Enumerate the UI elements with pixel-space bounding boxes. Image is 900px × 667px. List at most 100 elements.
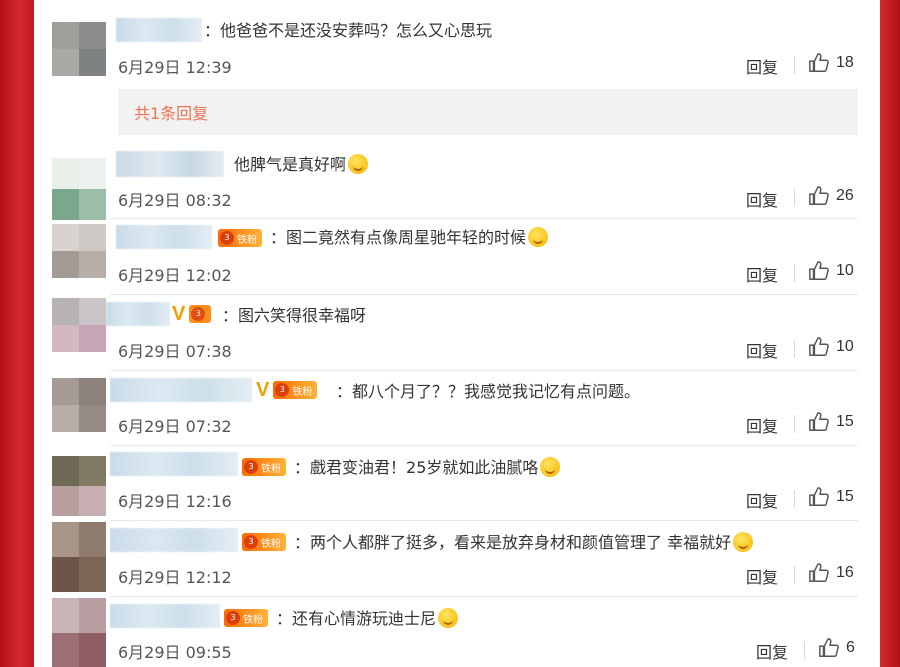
fan-badge[interactable]: 3 铁粉 <box>224 609 268 627</box>
fan-badge[interactable]: 3 铁粉 <box>242 458 286 476</box>
like-count: 15 <box>836 488 854 505</box>
like-count: 6 <box>846 639 855 656</box>
username-blurred[interactable] <box>110 378 252 402</box>
reply-button[interactable]: 回复 <box>756 639 788 663</box>
thumbs-up-icon <box>809 261 829 280</box>
like-count: 10 <box>836 262 854 279</box>
like-button[interactable]: 10 <box>808 336 854 358</box>
separator <box>794 490 795 508</box>
sub-reply-bar: 共1条回复 <box>118 89 858 135</box>
comment-text: 他脾气是真好啊 <box>234 155 347 174</box>
separator <box>794 340 795 358</box>
comment-date: 6月29日 09:55 <box>118 643 232 662</box>
crying-laugh-emoji-icon <box>540 457 561 477</box>
level-icon: 3 <box>226 611 240 625</box>
thumbs-up-icon <box>809 412 829 431</box>
fan-badge[interactable]: 3 铁粉 <box>242 533 286 551</box>
surprised-emoji-icon <box>528 227 549 247</box>
comment-text: 他爸爸不是还没安葬吗？怎么又心思玩 <box>220 21 493 40</box>
username-blurred[interactable] <box>110 528 238 552</box>
divider <box>110 294 858 295</box>
like-button[interactable]: 18 <box>808 52 854 74</box>
separator <box>794 566 795 584</box>
comment-panel: ：他爸爸不是还没安葬吗？怎么又心思玩 6月29日 12:39 回复 18 共1条… <box>34 0 880 667</box>
reply-button[interactable]: 回复 <box>746 54 778 78</box>
like-count: 16 <box>836 564 854 581</box>
reply-button[interactable]: 回复 <box>746 564 778 588</box>
username-blurred[interactable] <box>116 151 224 177</box>
thumbs-up-icon <box>809 487 829 506</box>
divider <box>110 596 858 597</box>
divider <box>110 520 858 521</box>
thumbs-up-icon <box>809 186 829 205</box>
reply-button[interactable]: 回复 <box>746 488 778 512</box>
smirk-emoji-icon <box>438 608 459 628</box>
like-button[interactable]: 10 <box>808 260 854 282</box>
like-count: 26 <box>836 187 854 204</box>
view-replies-link[interactable]: 共1条回复 <box>134 100 208 124</box>
fan-badge[interactable]: 3 铁粉 <box>218 229 262 247</box>
reply-button[interactable]: 回复 <box>746 338 778 362</box>
avatar[interactable] <box>52 158 106 220</box>
comment-text: 还有心情游玩迪士尼 <box>292 609 437 628</box>
level-icon: 3 <box>220 231 234 245</box>
avatar[interactable] <box>52 224 106 278</box>
divider <box>110 370 858 371</box>
comment-date: 6月29日 08:32 <box>118 191 232 210</box>
comment-text: 都八个月了？？我感觉我记忆有点问题。 <box>352 382 641 401</box>
comment-text: 图二竟然有点像周星驰年轻的时候 <box>286 228 527 247</box>
reply-button[interactable]: 回复 <box>746 187 778 211</box>
username-blurred[interactable] <box>110 452 238 476</box>
divider <box>110 445 858 446</box>
grinning-emoji-icon <box>733 532 754 552</box>
verified-v-icon: V <box>256 379 270 401</box>
thumbs-up-icon <box>819 638 839 657</box>
username-blurred[interactable] <box>110 604 220 628</box>
like-button[interactable]: 26 <box>808 185 854 207</box>
left-frame <box>0 0 34 667</box>
like-count: 15 <box>836 413 854 430</box>
avatar[interactable] <box>52 298 106 352</box>
verified-v-icon: V <box>172 303 186 325</box>
thumbs-up-icon <box>809 563 829 582</box>
reply-button[interactable]: 回复 <box>746 262 778 286</box>
reply-button[interactable]: 回复 <box>746 413 778 437</box>
avatar[interactable] <box>52 22 106 76</box>
username-blurred[interactable] <box>116 18 202 42</box>
comment-date: 6月29日 12:16 <box>118 492 232 511</box>
like-button[interactable]: 15 <box>808 486 854 508</box>
avatar[interactable] <box>52 598 106 667</box>
comment-date: 6月29日 07:38 <box>118 342 232 361</box>
divider <box>110 218 858 219</box>
like-count: 10 <box>836 338 854 355</box>
like-button[interactable]: 15 <box>808 411 854 433</box>
comment-date: 6月29日 07:32 <box>118 417 232 436</box>
comment-date: 6月29日 12:39 <box>118 58 232 77</box>
comment-date: 6月29日 12:12 <box>118 568 232 587</box>
separator <box>794 264 795 282</box>
avatar[interactable] <box>52 378 106 432</box>
thumbs-up-icon <box>809 53 829 72</box>
separator <box>804 641 805 659</box>
level-icon: 3 <box>191 307 206 321</box>
comment-date: 6月29日 12:02 <box>118 266 232 285</box>
separator <box>794 415 795 433</box>
avatar[interactable] <box>52 456 106 516</box>
comment-text: 图六笑得很幸福呀 <box>238 306 367 325</box>
comment-text: 戲君变油君！25岁就如此油腻咯 <box>310 458 539 477</box>
separator <box>794 189 795 207</box>
username-blurred[interactable] <box>116 225 212 249</box>
thumbs-up-icon <box>809 337 829 356</box>
fan-badge[interactable]: 3 铁粉 <box>273 381 318 399</box>
level-icon: 3 <box>244 460 258 474</box>
like-count: 18 <box>836 54 854 71</box>
level-icon: 3 <box>244 535 258 549</box>
right-frame <box>880 0 900 667</box>
level-badge[interactable]: 3 <box>189 305 212 323</box>
like-button[interactable]: 16 <box>808 562 854 584</box>
avatar[interactable] <box>52 522 106 592</box>
laughing-emoji-icon <box>348 154 369 174</box>
like-button[interactable]: 6 <box>818 637 855 659</box>
separator <box>794 56 795 74</box>
username-blurred[interactable] <box>106 302 170 326</box>
